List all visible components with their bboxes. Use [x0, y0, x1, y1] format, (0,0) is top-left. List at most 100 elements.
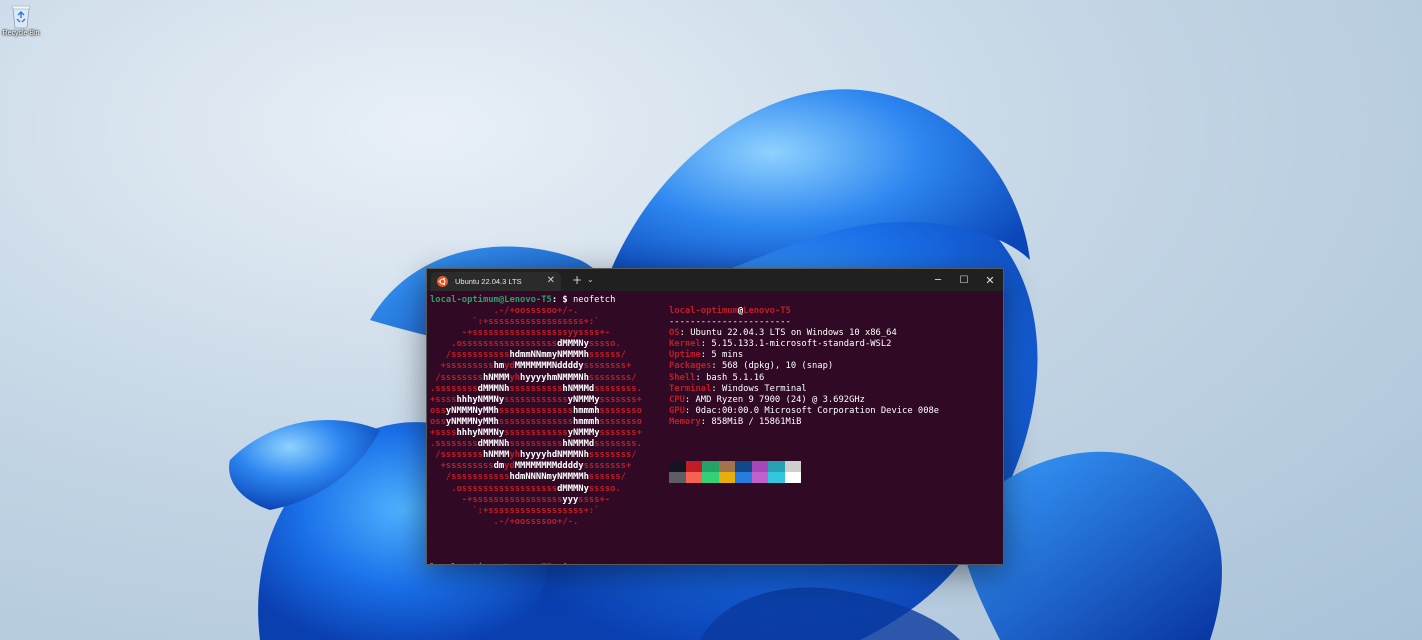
info-line: Packages: 568 (dpkg), 10 (snap)	[669, 361, 834, 372]
logo-line: .ossssssssssssssssssdMMMNysssso.	[430, 339, 658, 350]
logo-segment: ssssssss+	[583, 361, 658, 372]
logo-segment: sssso.	[588, 339, 658, 350]
logo-segment: oss	[430, 405, 446, 416]
active-prompt[interactable]: local-optimum@Lenovo-T5: $	[430, 560, 579, 564]
logo-segment: /ssssssss	[430, 372, 483, 383]
logo-line: +sssshhhyNMMNyssssssssssssyNMMMysssssss+	[430, 395, 658, 406]
logo-segment: ssssssss/	[588, 450, 658, 461]
logo-segment: yNMMMy	[567, 394, 600, 405]
logo-segment: dMMMNy	[557, 339, 589, 350]
minimize-button[interactable]: ─	[925, 269, 951, 291]
logo-segment: MMMMMMMNddddy	[514, 361, 584, 372]
logo-segment: .ssssssss	[430, 439, 478, 450]
logo-segment: sssso.	[588, 483, 658, 494]
palette-swatch	[718, 461, 735, 472]
info-line: Shell: bash 5.1.16	[669, 372, 765, 383]
tab-dropdown-icon[interactable]: ⌄	[587, 275, 594, 285]
prompt-symbol: $	[562, 563, 567, 564]
terminal-output[interactable]: local-optimum@Lenovo-T5: $ neofetch .-/+…	[427, 291, 1003, 564]
info-line: OS: Ubuntu 22.04.3 LTS on Windows 10 x86…	[669, 328, 897, 339]
info-line: Memory: 858MiB / 15861MiB	[669, 416, 802, 427]
logo-line: `:+ssssssssssssssssss+:`	[430, 506, 658, 517]
logo-line: +sssssssssdmydMMMMMMMMddddyssssssss+	[430, 461, 658, 472]
logo-segment: hmmmh	[573, 405, 600, 416]
logo-segment: dMMMNy	[557, 483, 589, 494]
logo-segment: ssssssssssss	[504, 428, 568, 439]
info-value: Windows Terminal	[721, 383, 807, 394]
logo-line: /ssssssssssshdmmNNmmyNMMMMhssssss/	[430, 350, 658, 361]
logo-line: .-/+oossssoo+/-.	[430, 306, 658, 317]
logo-segment: yNMMMNyMMh	[445, 405, 499, 416]
info-line: Kernel: 5.15.133.1-microsoft-standard-WS…	[669, 339, 892, 350]
logo-segment: .-/+oossssoo+/-.	[430, 306, 658, 316]
logo-segment: +ssss	[430, 394, 457, 405]
info-list: OS: Ubuntu 22.04.3 LTS on Windows 10 x86…	[669, 328, 939, 428]
info-key: Packages	[669, 361, 712, 372]
info-line: Terminal: Windows Terminal	[669, 383, 807, 394]
logo-segment: ssssssss.	[594, 383, 658, 394]
palette-swatch	[751, 461, 768, 472]
logo-segment: ssssssssssssss	[498, 405, 574, 416]
logo-segment: hyyyyhdNMMMNh	[520, 450, 589, 461]
logo-line: .-/+oossssoo+/-.	[430, 517, 658, 528]
tab-ubuntu[interactable]: Ubuntu 22.04.3 LTS ✕	[431, 272, 561, 291]
logo-segment: hyyyyhmNMMMNh	[520, 372, 589, 383]
logo-line: +sssshhhyNMMNyssssssssssssyNMMMysssssss+	[430, 428, 658, 439]
logo-segment: hm	[493, 361, 505, 372]
logo-line: `:+ssssssssssssssssss+:`	[430, 317, 658, 328]
logo-segment: hNMMM	[482, 372, 510, 383]
title-bar[interactable]: Ubuntu 22.04.3 LTS ✕ + ⌄ ─ ☐ ✕	[427, 269, 1003, 291]
info-title: local-optimum@Lenovo-T5	[669, 306, 939, 317]
logo-segment: `:+ssssssssssssssssss+:`	[430, 317, 658, 328]
prompt-user: local-optimum@Lenovo-T5	[430, 295, 552, 305]
logo-segment: /ssssssss	[430, 450, 483, 461]
logo-segment: ssssssss/	[588, 372, 658, 383]
palette-swatch	[669, 461, 686, 472]
palette-swatch	[735, 461, 752, 472]
info-user: local-optimum	[669, 306, 738, 316]
logo-segment: yd	[504, 361, 515, 372]
logo-segment: MMMMMMMMddddy	[514, 461, 584, 472]
logo-segment: sssssss+	[599, 428, 658, 439]
logo-segment: +ssss	[430, 428, 457, 439]
command-line: local-optimum@Lenovo-T5: $ neofetch	[430, 295, 1003, 306]
recycle-bin-shortcut[interactable]: Recycle Bin	[2, 3, 40, 43]
logo-segment: `:+ssssssssssssssssss+:`	[430, 505, 658, 516]
logo-line: +ssssssssshmydMMMMMMMNddddyssssssss+	[430, 361, 658, 372]
close-button[interactable]: ✕	[977, 269, 1003, 291]
tab-close-icon[interactable]: ✕	[547, 275, 555, 287]
logo-segment: ssssssso	[599, 416, 658, 427]
maximize-button[interactable]: ☐	[951, 269, 977, 291]
info-separator: -----------------------	[669, 317, 791, 328]
logo-line: -+ssssssssssssssssssyyssss+-	[430, 328, 658, 339]
logo-segment: ssssssss.	[594, 439, 658, 450]
palette-swatch	[702, 461, 719, 472]
logo-segment: ssssss/	[588, 472, 658, 483]
logo-segment: yNMMMNyMMh	[445, 416, 499, 427]
logo-segment: hdmmNNmmyNMMMMh	[509, 350, 589, 361]
prompt-user: local-optimum@Lenovo-T5	[430, 563, 552, 564]
info-host: Lenovo-T5	[743, 306, 791, 316]
info-key: CPU	[669, 394, 685, 405]
logo-segment: dMMMNh	[477, 439, 510, 450]
palette-swatch	[751, 472, 768, 483]
info-value: 5.15.133.1-microsoft-standard-WSL2	[711, 339, 892, 350]
info-value: 568 (dpkg), 10 (snap)	[721, 361, 834, 372]
logo-line: .ssssssssdMMMNhsssssssssshNMMMdssssssss.	[430, 384, 658, 395]
info-key: Memory	[669, 416, 701, 427]
palette-row-top	[669, 461, 801, 472]
logo-line: .ossssssssssssssssssdMMMNysssso.	[430, 484, 658, 495]
info-line: Uptime: 5 mins	[669, 350, 744, 361]
logo-segment: ssssssssss	[509, 439, 563, 450]
info-value: Ubuntu 22.04.3 LTS on Windows 10 x86_64	[690, 328, 897, 339]
logo-segment: hNMMM	[482, 450, 510, 461]
palette-swatch	[702, 472, 719, 483]
new-tab-button[interactable]: +	[572, 273, 582, 287]
info-value: 858MiB / 15861MiB	[711, 416, 802, 427]
logo-segment: yh	[509, 372, 521, 383]
logo-segment: /sssssssssss	[430, 472, 510, 483]
terminal-window[interactable]: Ubuntu 22.04.3 LTS ✕ + ⌄ ─ ☐ ✕ local-opt…	[426, 268, 1004, 565]
palette-swatch	[768, 472, 785, 483]
palette-swatch	[685, 472, 702, 483]
logo-segment: ssssssso	[599, 405, 658, 416]
